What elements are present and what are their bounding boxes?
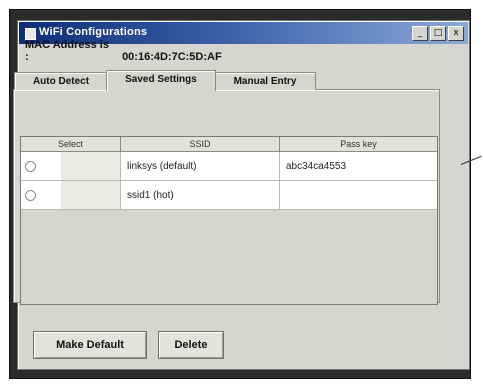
select-radio[interactable] xyxy=(25,189,36,201)
radio-wrap xyxy=(21,152,61,180)
tab-manual-entry[interactable]: Manual Entry xyxy=(214,72,316,90)
column-header-passkey: Pass key xyxy=(280,137,437,152)
select-shade xyxy=(60,181,120,209)
make-default-button[interactable]: Make Default xyxy=(33,331,147,359)
maximize-button[interactable]: □ xyxy=(430,26,446,41)
select-cell xyxy=(21,181,121,210)
radio-wrap xyxy=(21,181,61,209)
close-button[interactable]: x xyxy=(448,26,464,41)
window-title: WiFi Configurations xyxy=(39,26,148,38)
column-header-ssid: SSID xyxy=(121,137,280,152)
select-cell xyxy=(21,152,121,181)
tab-saved-settings[interactable]: Saved Settings xyxy=(106,70,216,91)
minimize-button[interactable]: _ xyxy=(412,26,428,41)
passkey-cell[interactable] xyxy=(280,181,437,210)
mac-label: MAC Address is : xyxy=(25,39,109,63)
delete-button[interactable]: Delete xyxy=(158,331,224,359)
mac-address-row: MAC Address is : 00:16:4D:7C:5D:AF xyxy=(25,39,222,63)
saved-networks-table: Select SSID Pass key linksys (default) a… xyxy=(20,136,438,305)
window-controls: _ □ x xyxy=(412,26,464,41)
ssid-cell[interactable]: ssid1 (hot) xyxy=(121,181,280,210)
select-shade xyxy=(60,152,120,180)
table-row[interactable]: linksys (default) abc34ca4553 xyxy=(21,152,437,181)
column-header-select: Select xyxy=(21,137,121,152)
table-row[interactable]: ssid1 (hot) xyxy=(21,181,437,210)
select-radio[interactable] xyxy=(25,160,36,172)
mac-value: 00:16:4D:7C:5D:AF xyxy=(122,51,222,63)
passkey-cell[interactable]: abc34ca4553 xyxy=(280,152,437,181)
ssid-cell[interactable]: linksys (default) xyxy=(121,152,280,181)
tab-auto-detect[interactable]: Auto Detect xyxy=(14,72,108,90)
table-header: Select SSID Pass key xyxy=(21,137,437,152)
